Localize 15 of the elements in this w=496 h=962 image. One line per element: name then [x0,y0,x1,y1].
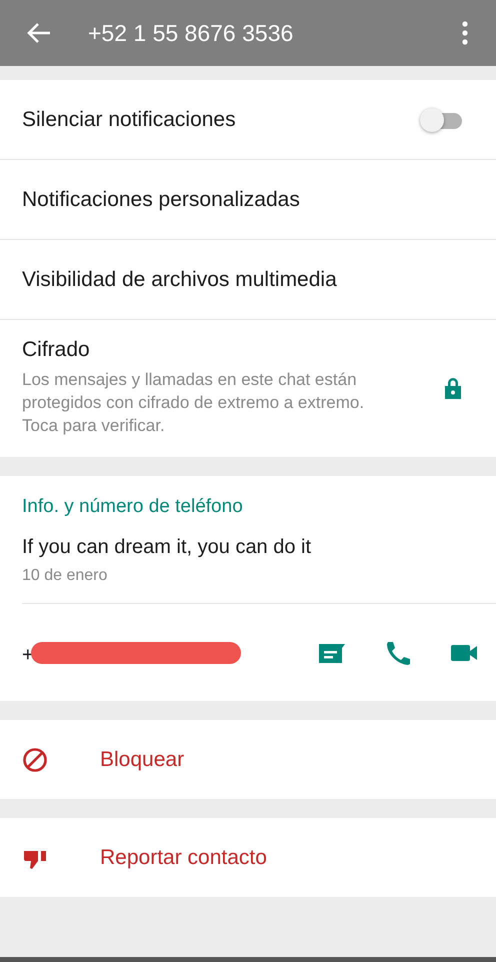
setting-label[interactable]: Visibilidad de archivos multimedia [22,268,474,292]
setting-description: Los mensajes y llamadas en este chat están protegidos con cifrado de extremo a extremo. Toca para verificar. [22,369,366,437]
setting-label[interactable]: Silenciar notificaciones [22,108,420,132]
block-icon [22,746,48,772]
about-date: 10 de enero [21,566,108,586]
setting-label[interactable]: Cifrado [22,338,444,362]
lock-icon [444,376,462,400]
setting-label[interactable]: Notificaciones personalizadas [22,188,474,212]
contact-title: +52 1 55 8676 3536 [88,20,294,46]
phone-icon[interactable] [384,640,412,666]
more-icon[interactable] [462,21,468,45]
action-label[interactable]: Reportar contacto [100,846,267,870]
action-label[interactable]: Bloquear [100,748,184,772]
section-title: Info. y número de teléfono [21,495,244,518]
about-text: If you can dream it, you can do it [21,535,312,559]
